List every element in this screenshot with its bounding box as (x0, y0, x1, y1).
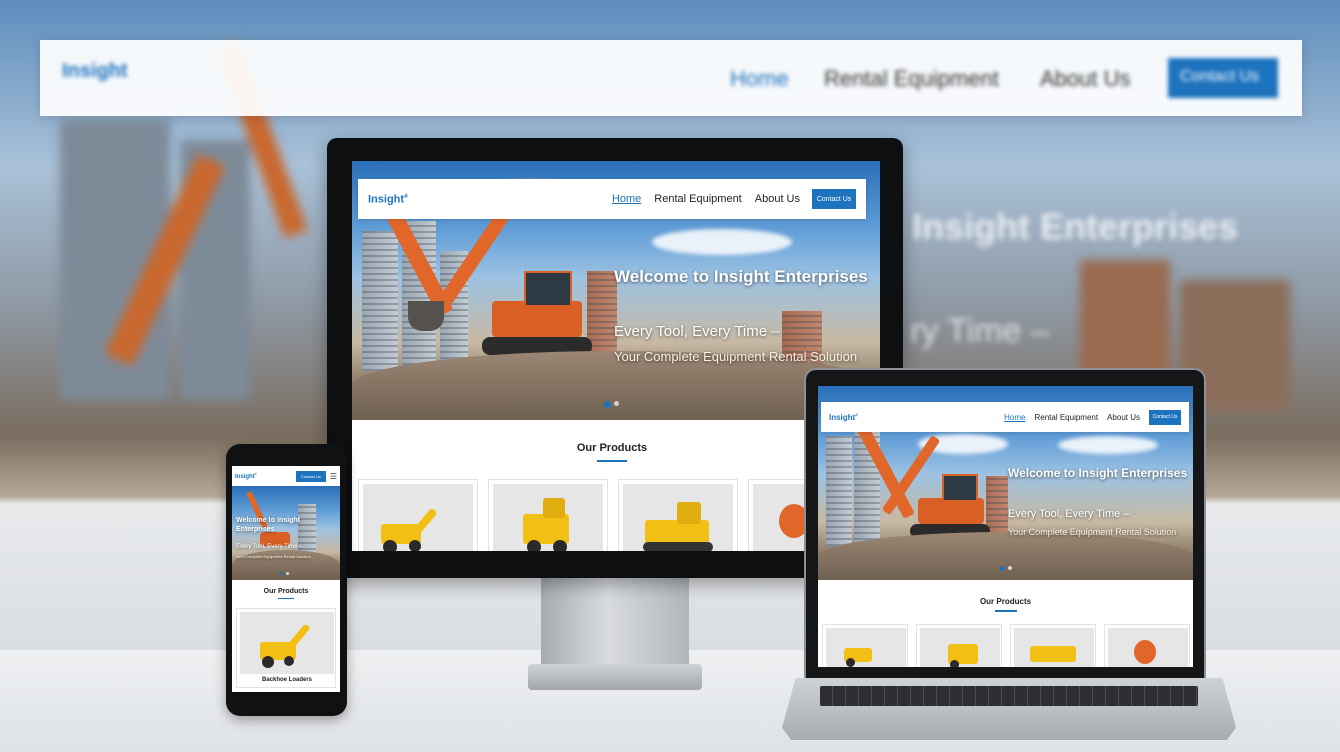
site-navbar: Insight# Home Rental Equipment About Us … (358, 179, 866, 219)
carousel-dots (604, 401, 619, 408)
laptop-website: Insight# Home Rental Equipment About Us … (818, 386, 1193, 667)
hero-banner: Welcome to Insight Enterprises Every Too… (232, 486, 340, 580)
products-title-underline (278, 598, 294, 599)
bg-nav-home: Home (730, 66, 789, 91)
hero-banner: Insight# Home Rental Equipment About Us … (352, 161, 880, 420)
site-logo[interactable]: Insight# (829, 413, 858, 422)
hero-tagline: Every Tool, Every Time – (1008, 508, 1130, 520)
product-image-backhoe (363, 484, 473, 551)
carousel-dots (280, 572, 289, 575)
machine-arm (284, 623, 311, 653)
hero-tagline: Every Tool, Every Time – (236, 544, 303, 550)
hero-title: Welcome to Insight Enterprises (1008, 466, 1188, 480)
bg-subheading: ry Time – (910, 312, 1050, 350)
wheel (284, 656, 294, 666)
product-image-dozer (1014, 628, 1094, 667)
hero-tagline: Every Tool, Every Time – (614, 323, 780, 340)
wheel (950, 660, 959, 667)
carousel-dot-active[interactable] (1000, 566, 1005, 571)
product-card[interactable] (822, 624, 908, 667)
contact-us-button[interactable]: Contact Us (812, 189, 856, 209)
product-image-dozer (623, 484, 733, 551)
product-image-backhoe (240, 612, 334, 674)
site-navbar: Insight# Contact Us ☰ (232, 466, 340, 486)
wheel (409, 540, 421, 551)
carousel-dots (1000, 566, 1012, 571)
logo-text: Insight (368, 193, 405, 206)
machine-cab (543, 498, 565, 518)
product-card[interactable] (1104, 624, 1190, 667)
wheel (527, 540, 541, 551)
hero-subtagline: Your Complete Equipment Rental Solution (614, 349, 858, 364)
mobile-website: Insight# Contact Us ☰ Welcome to Insight… (232, 466, 340, 692)
carousel-dot[interactable] (286, 572, 289, 575)
nav-about-us[interactable]: About Us (755, 193, 800, 205)
mixer-drum (1134, 640, 1156, 664)
cloud (1058, 436, 1158, 454)
desktop-website: Insight# Home Rental Equipment About Us … (352, 161, 880, 551)
products-section-title: Our Products (263, 588, 309, 595)
products-title-underline (597, 460, 627, 462)
hero-title: Welcome to Insight Enterprises (236, 517, 301, 533)
wheel (553, 540, 567, 551)
bg-logo: Insight (62, 60, 128, 82)
bg-nav-rental: Rental Equipment (824, 66, 999, 91)
building (362, 231, 398, 371)
carousel-dot[interactable] (614, 401, 619, 406)
products-title-underline (995, 610, 1017, 612)
product-card[interactable]: Backhoe Loaders (236, 608, 336, 688)
product-image-backhoe (826, 628, 906, 667)
bg-heading: Insight Enterprises (912, 206, 1239, 247)
product-card[interactable] (618, 479, 738, 551)
logo-text: Insight (829, 412, 856, 422)
logo-text: Insight (235, 474, 255, 480)
carousel-dot[interactable] (1008, 566, 1012, 570)
nav-about-us[interactable]: About Us (1107, 413, 1140, 422)
wheel (262, 656, 274, 668)
contact-us-button[interactable]: Contact Us (1149, 409, 1181, 425)
monitor-stand-neck (541, 578, 689, 670)
cloud (652, 229, 792, 255)
carousel-dot-active[interactable] (280, 572, 283, 575)
contact-us-button[interactable]: Contact Us (295, 470, 326, 482)
site-navbar: Insight# Home Rental Equipment About Us … (821, 402, 1189, 432)
product-name: Backhoe Loaders (261, 677, 313, 683)
product-card[interactable] (358, 479, 478, 551)
machine-body (1030, 646, 1076, 662)
nav-rental-equipment[interactable]: Rental Equipment (654, 193, 741, 205)
hero-subtagline: Your Complete Equipment Rental Solution (1008, 527, 1177, 537)
bg-nav-about: About Us (1040, 66, 1131, 91)
hero-subtagline: Your Complete Equipment Rental Solution (236, 554, 311, 559)
hero-title: Welcome to Insight Enterprises (614, 267, 868, 286)
product-card[interactable] (488, 479, 608, 551)
site-logo[interactable]: Insight# (368, 193, 408, 206)
dirt-ground (818, 532, 1193, 580)
excavator-cab (524, 271, 572, 307)
carousel-dot-active[interactable] (604, 401, 611, 408)
building (826, 436, 852, 546)
laptop-keyboard (820, 686, 1198, 706)
product-card[interactable] (1010, 624, 1096, 667)
products-section-title: Our Products (576, 442, 648, 454)
product-card[interactable] (916, 624, 1002, 667)
wheel (383, 540, 397, 551)
bg-contact-label: Contact Us (1180, 68, 1260, 85)
machine-cab (677, 502, 701, 524)
nav-home[interactable]: Home (612, 193, 641, 205)
monitor-stand-base (528, 664, 702, 690)
product-image-mixer (1108, 628, 1188, 667)
site-logo[interactable]: Insight# (235, 472, 257, 480)
excavator-cab (942, 474, 978, 502)
excavator-bucket (408, 301, 444, 331)
machine-track (643, 542, 713, 551)
product-image-loader (920, 628, 1000, 667)
hamburger-menu-icon[interactable]: ☰ (330, 472, 337, 481)
nav-home[interactable]: Home (1004, 413, 1025, 422)
products-section-title: Our Products (979, 597, 1032, 606)
wheel (846, 658, 855, 667)
hero-banner: Insight# Home Rental Equipment About Us … (818, 386, 1193, 580)
product-image-loader (493, 484, 603, 551)
nav-rental-equipment[interactable]: Rental Equipment (1035, 413, 1099, 422)
